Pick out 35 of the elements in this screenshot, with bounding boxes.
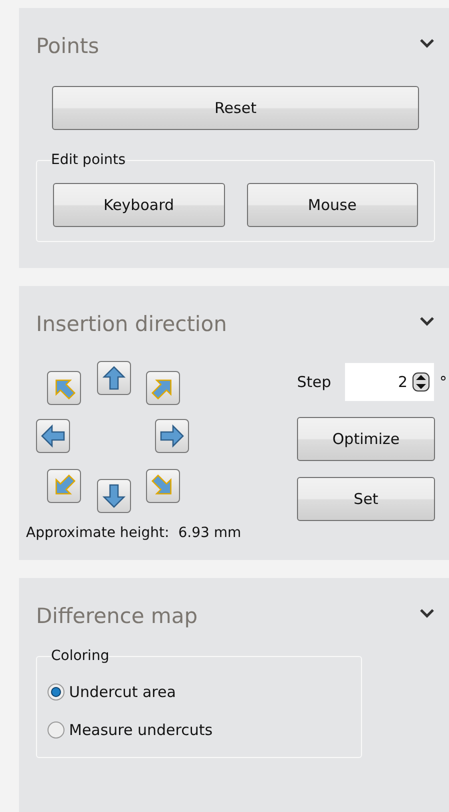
radio-button[interactable] [47, 683, 65, 701]
panel-title: Points [36, 33, 100, 60]
arrow-button[interactable] [36, 419, 70, 453]
button[interactable]: Mouse [246, 183, 418, 227]
button[interactable]: Optimize [297, 417, 435, 461]
arrow-icon [40, 423, 66, 449]
arrow-button[interactable] [97, 479, 131, 513]
reset-button[interactable]: Reset [52, 86, 419, 130]
step-label: Step [297, 373, 332, 391]
chevron-down-icon[interactable] [419, 316, 435, 326]
group-label: Edit points [51, 150, 126, 170]
height-value: 6.93 mm [178, 525, 242, 541]
button[interactable]: Set [297, 477, 435, 521]
arrow-button[interactable] [146, 469, 180, 503]
radio-label: Undercut area [69, 683, 176, 701]
arrow-button[interactable] [47, 469, 81, 503]
group-label: Coloring [51, 646, 110, 666]
chevron-down-icon[interactable] [419, 38, 435, 48]
radio-button[interactable] [47, 721, 65, 739]
arrow-button[interactable] [97, 361, 131, 395]
arrow-button[interactable] [47, 371, 81, 405]
button[interactable]: Keyboard [53, 183, 224, 227]
chevron-down-icon[interactable] [419, 608, 435, 618]
arrow-icon [101, 365, 127, 391]
arrow-icon [101, 483, 127, 509]
arrow-button[interactable] [146, 371, 180, 405]
spin-arrows-icon[interactable] [412, 372, 430, 392]
degree-unit: ° [440, 373, 447, 391]
panel-title: Insertion direction [36, 311, 227, 338]
arrow-icon [159, 423, 185, 449]
height-label: Approximate height: [26, 525, 170, 541]
step-spinbox[interactable]: 2 [345, 363, 434, 401]
panel-title: Difference map [36, 603, 198, 630]
radio-label: Measure undercuts [69, 721, 213, 739]
arrow-button[interactable] [155, 419, 189, 453]
